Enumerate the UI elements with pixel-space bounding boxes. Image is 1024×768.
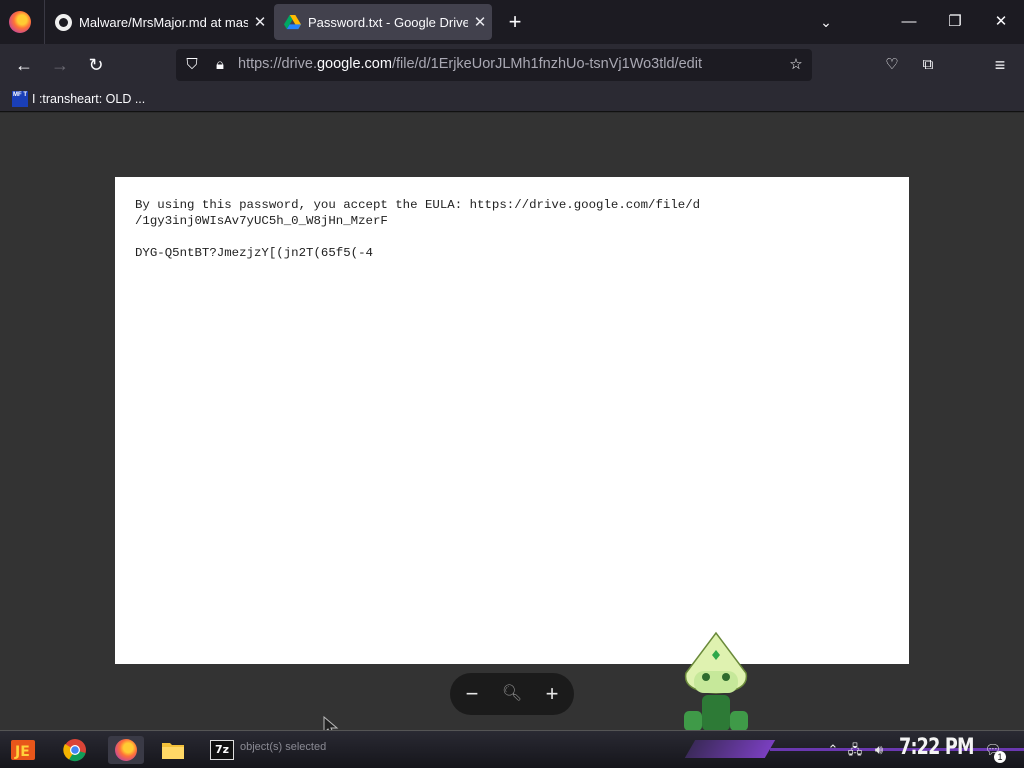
tab-title: Password.txt - Google Drive xyxy=(308,14,468,30)
peridot-mascot-image xyxy=(684,631,748,731)
document-text: By using this password, you accept the E… xyxy=(135,198,701,260)
volume-icon[interactable]: 🔊︎ xyxy=(870,741,888,759)
file-explorer-taskbar-button[interactable] xyxy=(158,736,188,764)
chevron-down-icon[interactable]: ⌄ xyxy=(814,10,838,34)
svg-text:JE: JE xyxy=(14,744,30,760)
new-tab-button[interactable]: + xyxy=(503,9,527,35)
lock-icon[interactable]: 🔒︎ xyxy=(208,53,232,77)
extensions-icon[interactable]: ⧉ xyxy=(914,51,942,79)
document-viewer: By using this password, you accept the E… xyxy=(0,113,1024,737)
text-document-page: By using this password, you accept the E… xyxy=(115,177,909,664)
close-icon[interactable]: ✕ xyxy=(468,13,492,31)
start-button[interactable]: JE xyxy=(8,736,38,764)
forward-button[interactable]: → xyxy=(46,51,74,79)
navigation-bar: ← → ↻ ⛉ 🔒︎ https://drive.google.com/file… xyxy=(0,44,1024,86)
show-hidden-icons-icon[interactable]: ⌃ xyxy=(824,741,842,759)
taskbar-decoration xyxy=(684,740,776,758)
zoom-reset-icon[interactable]: 🔍︎ xyxy=(497,679,527,709)
url-text[interactable]: https://drive.google.com/file/d/1ErjkeUo… xyxy=(238,56,702,72)
zoom-out-button[interactable]: − xyxy=(457,679,487,709)
tab-title: Malware/MrsMajor.md at mas xyxy=(79,14,248,30)
clock[interactable]: 7:22 PM xyxy=(899,735,975,760)
folder-icon xyxy=(162,743,184,759)
minimize-button[interactable]: — xyxy=(894,8,924,36)
menu-icon[interactable]: ≡ xyxy=(986,51,1014,79)
github-icon xyxy=(55,13,72,31)
reload-button[interactable]: ↻ xyxy=(82,51,110,79)
status-text: object(s) selected xyxy=(240,741,327,753)
firefox-icon xyxy=(115,739,137,761)
7zip-icon: 7z xyxy=(210,740,234,760)
bookmark-label: I :transheart: OLD ... xyxy=(32,92,146,106)
taskbar: JE 7z object(s) selected ⌃ 🖧︎ 🔊︎ 7:22 PM… xyxy=(0,730,1024,768)
chrome-icon xyxy=(63,739,86,762)
start-logo-icon: JE xyxy=(11,740,35,760)
close-icon[interactable]: ✕ xyxy=(248,13,272,31)
bookmark-item[interactable]: MF T I :transheart: OLD ... xyxy=(12,89,145,109)
zoom-in-button[interactable]: + xyxy=(537,679,567,709)
url-bar[interactable]: ⛉ 🔒︎ https://drive.google.com/file/d/1Er… xyxy=(176,49,812,81)
google-drive-icon xyxy=(284,14,301,29)
firefox-taskbar-button[interactable] xyxy=(108,736,144,764)
pocket-icon[interactable]: ♡ xyxy=(878,51,906,79)
tab-google-drive[interactable]: Password.txt - Google Drive ✕ xyxy=(274,4,492,40)
back-button[interactable]: ← xyxy=(10,51,38,79)
bookmark-star-icon[interactable]: ☆ xyxy=(784,53,808,77)
bookmark-favicon: MF T xyxy=(12,91,28,107)
restore-button[interactable]: ❐ xyxy=(940,8,970,36)
tab-bar: Malware/MrsMajor.md at mas ✕ Password.tx… xyxy=(0,0,1024,44)
zoom-controls: − 🔍︎ + xyxy=(450,673,574,715)
bookmarks-bar: MF T I :transheart: OLD ... xyxy=(0,86,1024,112)
firefox-icon[interactable] xyxy=(9,11,31,33)
7zip-taskbar-button[interactable]: 7z xyxy=(207,736,237,764)
chrome-taskbar-button[interactable] xyxy=(60,736,90,764)
tab-github[interactable]: Malware/MrsMajor.md at mas ✕ xyxy=(44,0,272,44)
shield-icon[interactable]: ⛉ xyxy=(180,53,204,77)
notification-badge: 1 xyxy=(994,751,1006,763)
close-window-button[interactable]: ✕ xyxy=(986,8,1016,36)
network-icon[interactable]: 🖧︎ xyxy=(846,741,864,759)
